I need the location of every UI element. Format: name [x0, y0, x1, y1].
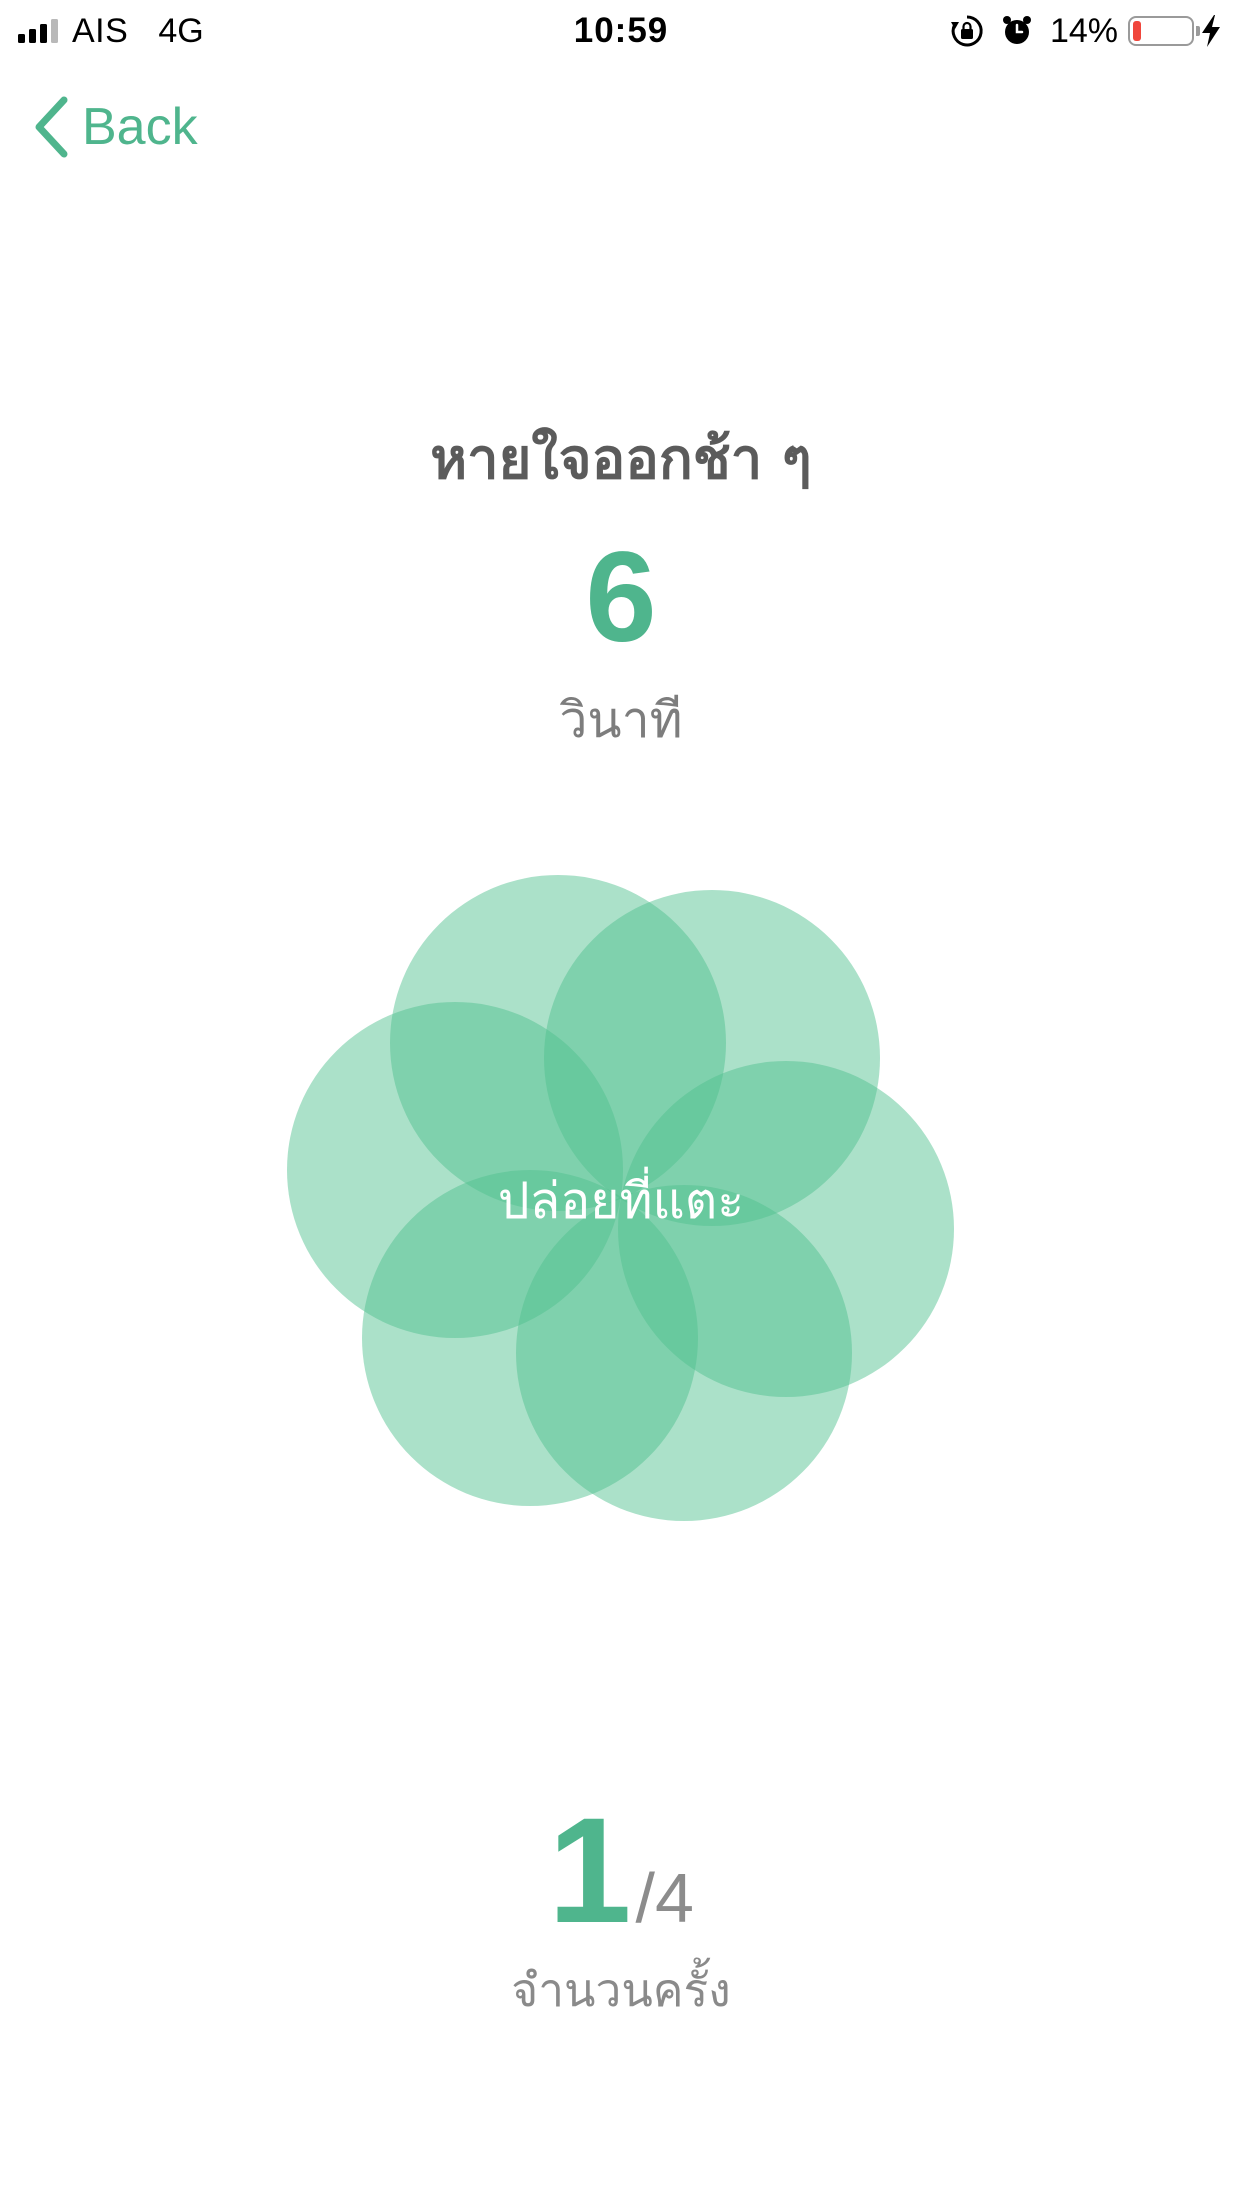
flower-label: ปล่อยที่แตะ: [497, 1172, 745, 1230]
status-bar-right: 14%: [950, 10, 1222, 52]
battery-percent: 14%: [1049, 11, 1118, 50]
status-bar: AIS 4G 10:59 14%: [0, 0, 1242, 66]
counter-total: /4: [635, 1859, 694, 1937]
repetition-counter: 1 /4: [0, 1790, 1242, 1950]
seconds-countdown: 6: [585, 526, 657, 669]
counter-caption: จำนวนครั้ง: [511, 1963, 731, 2017]
rotation-lock-icon: [950, 14, 984, 48]
breathing-instruction: หายใจออกช้า ๆ: [430, 427, 812, 492]
battery-icon: [1128, 16, 1200, 46]
alarm-icon: [1000, 14, 1034, 48]
back-label: Back: [82, 98, 198, 156]
seconds-unit-label: วินาที: [559, 691, 683, 749]
back-button[interactable]: Back: [34, 92, 198, 162]
charging-bolt-icon: [1200, 14, 1222, 48]
chevron-left-icon: [35, 96, 68, 158]
battery-level-fill: [1133, 21, 1141, 41]
counter-current: 1: [548, 1786, 632, 1954]
